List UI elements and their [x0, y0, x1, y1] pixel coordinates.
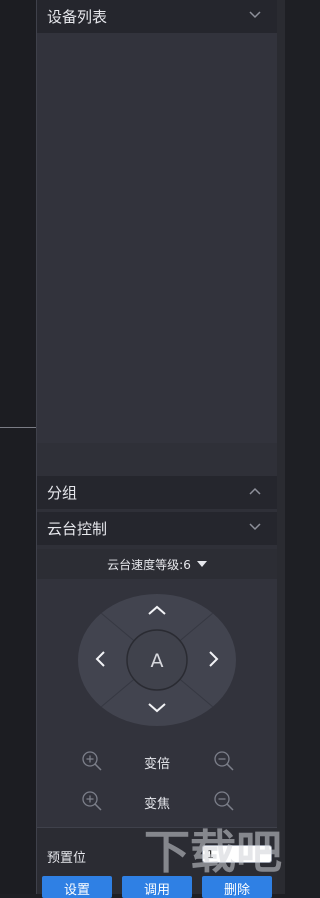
preset-set-button[interactable]: 设置	[42, 876, 112, 898]
preset-delete-button[interactable]: 删除	[202, 876, 272, 898]
focus-row: 变焦	[37, 789, 277, 815]
zoom-row: 变倍	[37, 749, 277, 775]
chevron-down-icon[interactable]	[249, 11, 261, 19]
focus-out-icon[interactable]	[212, 789, 236, 813]
preset-call-button[interactable]: 调用	[122, 876, 192, 898]
panel-edge	[277, 0, 285, 894]
ptz-speed-select[interactable]: 云台速度等级:6	[37, 549, 277, 579]
preset-number-input[interactable]	[202, 845, 272, 863]
ptz-header[interactable]: 云台控制	[37, 512, 277, 545]
divider-line	[0, 427, 36, 428]
zoom-label: 变倍	[143, 757, 170, 772]
focus-label: 变焦	[143, 797, 170, 812]
zoom-out-icon[interactable]	[212, 749, 236, 773]
group-header[interactable]: 分组	[37, 476, 277, 509]
preset-section: 预置位 设置 调用 删除	[37, 827, 277, 898]
preset-label: 预置位	[47, 851, 87, 866]
ptz-center-label: A	[151, 650, 164, 672]
device-list-header[interactable]: 设备列表	[37, 0, 277, 33]
device-list-title: 设备列表	[47, 8, 108, 26]
device-list-body	[37, 33, 277, 443]
group-title: 分组	[47, 484, 78, 502]
chevron-down-icon[interactable]	[249, 523, 261, 531]
ptz-direction-pad: A	[78, 594, 236, 726]
dropdown-triangle-icon	[196, 561, 207, 567]
chevron-up-icon[interactable]	[249, 487, 261, 495]
ptz-speed-label: 云台速度等级:6	[107, 557, 191, 572]
ptz-title: 云台控制	[47, 520, 108, 538]
video-area	[0, 0, 36, 894]
side-panel: 设备列表 分组 云台控制 云台速度等级:6 A 变倍 变焦 预置位 1 设置 调…	[36, 0, 277, 898]
ptz-panel: A 变倍 变焦	[37, 579, 277, 827]
